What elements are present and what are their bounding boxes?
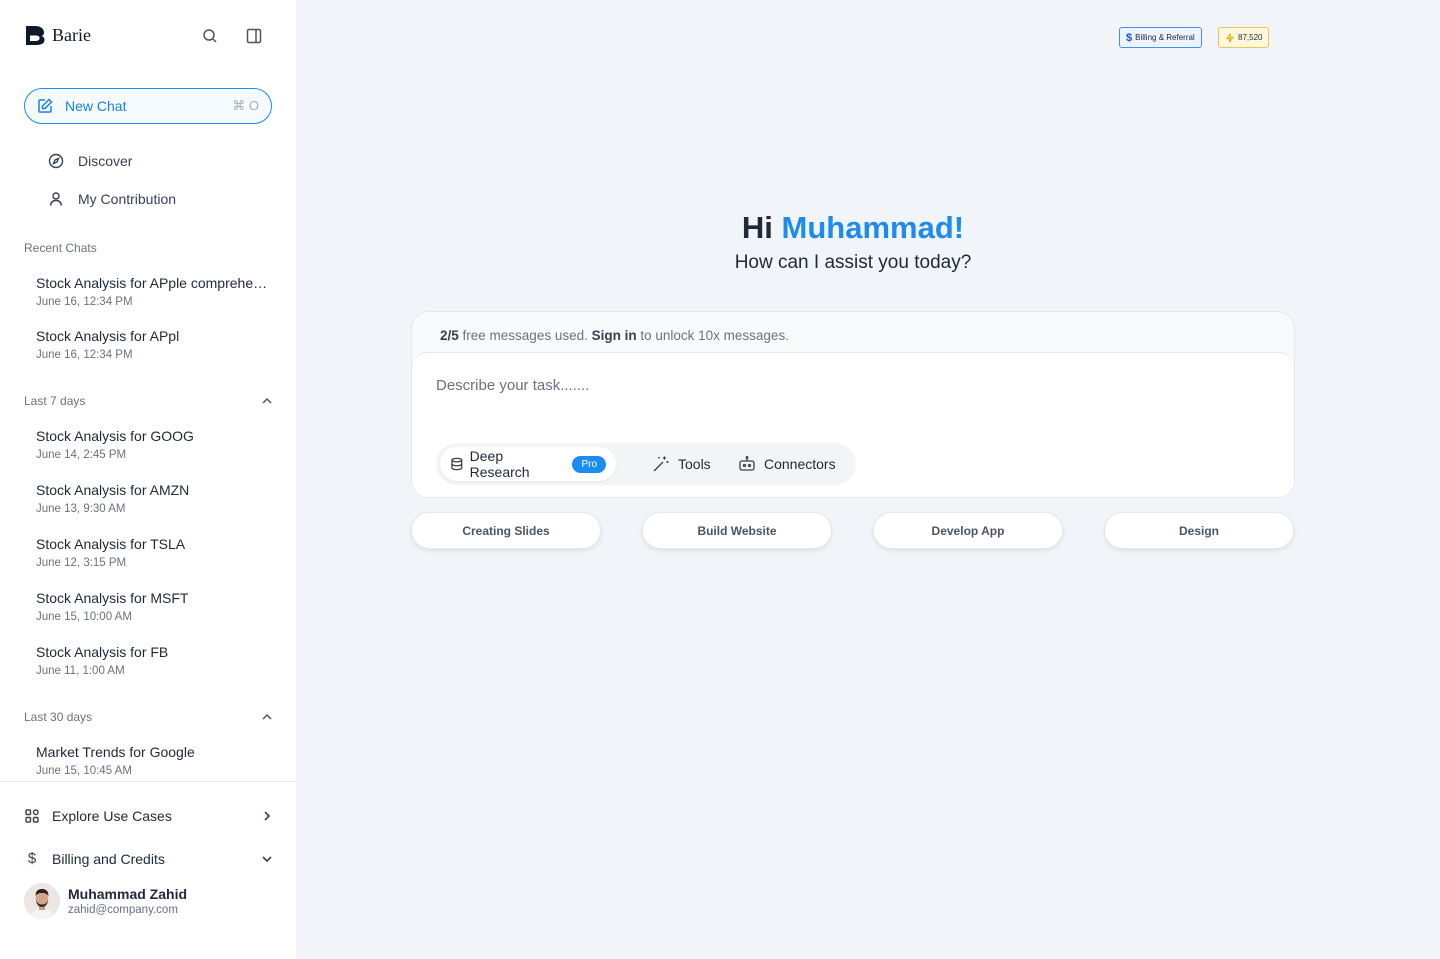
search-icon[interactable] xyxy=(200,26,220,46)
nav-my-contribution-label: My Contribution xyxy=(78,191,177,207)
user-email: zahid@company.com xyxy=(68,904,178,916)
nav-my-contribution[interactable]: My Contribution xyxy=(48,191,176,207)
credits-value: 87,520 xyxy=(1238,33,1263,42)
chat-title: Stock Analysis for GOOG xyxy=(36,428,194,444)
explore-use-cases-button[interactable]: Explore Use Cases xyxy=(24,808,274,824)
greeting-prefix: Hi xyxy=(741,210,782,245)
last-30-days-heading: Last 30 days xyxy=(24,710,93,724)
usage-text: free messages used. xyxy=(458,328,592,343)
sidebar-toggle-icon[interactable] xyxy=(244,26,264,46)
chat-item[interactable]: Stock Analysis for MSFT June 15, 10:00 A… xyxy=(36,590,272,623)
greeting: Hi Muhammad! xyxy=(411,210,1295,246)
nav-discover[interactable]: Discover xyxy=(48,153,132,169)
chat-item[interactable]: Stock Analysis for AMZN June 13, 9:30 AM xyxy=(36,482,272,515)
chat-title: Stock Analysis for MSFT xyxy=(36,590,189,606)
new-chat-label: New Chat xyxy=(65,98,127,114)
chat-date: June 13, 9:30 AM xyxy=(36,503,126,515)
composer-toolbar: Deep Research Pro Tools Connectors xyxy=(436,443,856,485)
edit-icon xyxy=(38,98,53,113)
chat-item[interactable]: Stock Analysis for APple comprehensive r… xyxy=(36,275,272,308)
usage-notice: 2/5 free messages used. Sign in to unloc… xyxy=(440,328,789,343)
logo[interactable]: Barie xyxy=(24,24,91,46)
chat-item[interactable]: Stock Analysis for APpl June 16, 12:34 P… xyxy=(36,328,272,361)
chat-title: Market Trends for Google xyxy=(36,744,195,760)
suggestion-build-website[interactable]: Build Website xyxy=(642,512,832,549)
grid-icon xyxy=(25,809,39,823)
new-chat-shortcut: ⌘ O xyxy=(232,98,259,113)
chat-item[interactable]: Stock Analysis for TSLA June 12, 3:15 PM xyxy=(36,536,272,569)
composer: 2/5 free messages used. Sign in to unloc… xyxy=(411,311,1295,498)
billing-referral-badge[interactable]: $ Billing & Referral xyxy=(1119,27,1202,48)
billing-referral-label: Billing & Referral xyxy=(1135,33,1195,42)
chat-item[interactable]: Market Trends for Google June 15, 10:45 … xyxy=(36,744,272,777)
greeting-subtitle: How can I assist you today? xyxy=(734,252,972,273)
chat-item[interactable]: Stock Analysis for GOOG June 14, 2:45 PM xyxy=(36,428,272,461)
user-name: Muhammad Zahid xyxy=(68,886,188,902)
suggestion-develop-app[interactable]: Develop App xyxy=(873,512,1063,549)
credits-badge[interactable]: 87,520 xyxy=(1218,27,1270,48)
sidebar: Barie New Chat ⌘ O Discover My Contribut… xyxy=(0,0,296,959)
dollar-icon: $ xyxy=(1126,31,1133,44)
chat-title: Stock Analysis for APpl xyxy=(36,328,180,344)
user-profile[interactable]: Muhammad Zahid zahid@company.com xyxy=(24,883,187,919)
chat-date: June 11, 1:00 AM xyxy=(36,665,125,677)
chat-date: June 15, 10:00 AM xyxy=(36,611,132,623)
chat-date: June 15, 10:45 AM xyxy=(36,765,132,777)
database-icon xyxy=(451,457,463,471)
chat-title: Stock Analysis for FB xyxy=(36,644,169,660)
recent-chats-heading: Recent Chats xyxy=(24,241,97,255)
chat-date: June 14, 2:45 PM xyxy=(36,449,127,461)
tools-button[interactable]: Tools xyxy=(652,447,711,481)
suggestion-design[interactable]: Design xyxy=(1104,512,1294,549)
chat-title: Stock Analysis for TSLA xyxy=(36,536,186,552)
pro-badge: Pro xyxy=(572,455,606,473)
barie-logo-icon xyxy=(26,26,45,45)
new-chat-button[interactable]: New Chat ⌘ O xyxy=(24,88,272,124)
chat-title: Stock Analysis for AMZN xyxy=(36,482,190,498)
chat-item[interactable]: Stock Analysis for FB June 11, 1:00 AM xyxy=(36,644,272,677)
sign-in-link[interactable]: Sign in xyxy=(592,328,637,343)
chat-title: Stock Analysis for APple comprehensive r… xyxy=(36,275,272,291)
chat-date: June 12, 3:15 PM xyxy=(36,557,127,569)
magic-wand-icon xyxy=(653,456,669,472)
chevron-up-icon[interactable] xyxy=(260,394,274,408)
deep-research-label: Deep Research xyxy=(469,448,530,480)
explore-use-cases-label: Explore Use Cases xyxy=(52,808,172,824)
task-input[interactable] xyxy=(436,377,1256,394)
robot-icon xyxy=(739,456,755,471)
chat-date: June 16, 12:34 PM xyxy=(36,296,133,308)
sidebar-divider xyxy=(0,781,296,782)
chevron-down-icon xyxy=(262,855,272,862)
compass-icon xyxy=(48,153,64,169)
greeting-name: Muhammad! xyxy=(781,210,965,245)
connectors-label: Connectors xyxy=(764,456,836,472)
usage-count: 2/5 xyxy=(440,328,459,343)
avatar xyxy=(24,883,60,919)
user-icon xyxy=(49,192,63,206)
usage-suffix: to unlock 10x messages. xyxy=(636,328,789,343)
nav-discover-label: Discover xyxy=(78,153,133,169)
tools-label: Tools xyxy=(678,456,711,472)
chevron-right-icon xyxy=(264,811,271,821)
chevron-up-icon[interactable] xyxy=(260,710,274,724)
last-7-days-heading: Last 7 days xyxy=(24,394,86,408)
composer-input-area: Deep Research Pro Tools Connectors xyxy=(412,352,1294,497)
connectors-button[interactable]: Connectors xyxy=(738,447,836,481)
billing-and-credits-button[interactable]: $ Billing and Credits xyxy=(24,850,274,867)
chat-date: June 16, 12:34 PM xyxy=(36,349,133,361)
lightning-icon xyxy=(1226,33,1235,43)
dollar-icon: $ xyxy=(27,850,37,867)
logo-text: Barie xyxy=(52,24,91,45)
suggestion-creating-slides[interactable]: Creating Slides xyxy=(411,512,601,549)
deep-research-button[interactable]: Deep Research Pro xyxy=(440,447,616,481)
billing-and-credits-label: Billing and Credits xyxy=(52,850,165,867)
